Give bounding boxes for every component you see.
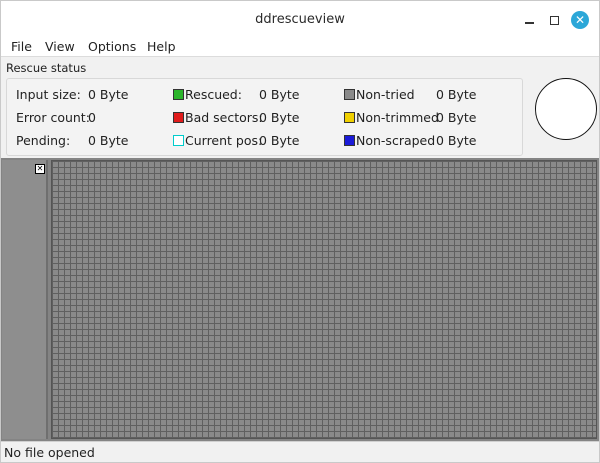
rescue-status-group: Input size: 0 Byte Error count: 0 Pendin… (6, 78, 523, 156)
status-text: No file opened (4, 445, 95, 460)
non-scraped-value: 0 Byte (436, 133, 477, 148)
minimize-icon (524, 22, 534, 24)
non-trimmed-value: 0 Byte (436, 110, 477, 125)
panel-close-button[interactable]: ✕ (35, 164, 45, 174)
current-pos-value: 0 Byte (259, 133, 300, 148)
menu-options[interactable]: Options (88, 39, 136, 54)
close-button[interactable]: ✕ (570, 10, 590, 30)
non-trimmed-swatch (344, 112, 355, 123)
input-size-value: 0 Byte (88, 87, 129, 102)
non-tried-swatch (344, 89, 355, 100)
window-title: ddrescueview (255, 12, 345, 27)
progress-circle (535, 78, 597, 140)
current-pos-swatch (173, 135, 184, 146)
rescued-value: 0 Byte (259, 87, 300, 102)
close-icon: ✕ (571, 11, 589, 29)
error-count-value: 0 (88, 110, 96, 125)
non-tried-label: Non-tried (356, 87, 415, 102)
non-tried-value: 0 Byte (436, 87, 477, 102)
menu-view[interactable]: View (45, 39, 75, 54)
status-bar: No file opened (1, 441, 599, 462)
close-icon: ✕ (36, 164, 44, 173)
minimize-button[interactable] (519, 10, 539, 30)
current-pos-label: Current pos: (185, 133, 263, 148)
title-bar: ddrescueview ✕ (1, 1, 599, 37)
rescue-status-title: Rescue status (6, 61, 87, 75)
maximize-button[interactable] (544, 10, 564, 30)
maximize-icon (549, 15, 559, 25)
menu-file[interactable]: File (11, 39, 32, 54)
bad-sectors-value: 0 Byte (259, 110, 300, 125)
rescue-status-panel: Rescue status Input size: 0 Byte Error c… (1, 57, 599, 158)
pending-label: Pending: (16, 133, 71, 148)
block-map-grid[interactable] (51, 160, 597, 439)
rescued-label: Rescued: (185, 87, 242, 102)
non-trimmed-label: Non-trimmed (356, 110, 439, 125)
error-count-label: Error count: (16, 110, 90, 125)
menu-help[interactable]: Help (147, 39, 176, 54)
bad-sectors-swatch (173, 112, 184, 123)
rescued-swatch (173, 89, 184, 100)
non-scraped-swatch (344, 135, 355, 146)
non-scraped-label: Non-scraped (356, 133, 436, 148)
pending-value: 0 Byte (88, 133, 129, 148)
app-window: ddrescueview ✕ File View Options Help Re… (0, 0, 600, 463)
block-inspector-panel: ✕ (2, 160, 48, 439)
block-map-area: ✕ (1, 158, 599, 441)
input-size-label: Input size: (16, 87, 81, 102)
bad-sectors-label: Bad sectors: (185, 110, 263, 125)
menu-bar: File View Options Help (1, 37, 599, 57)
